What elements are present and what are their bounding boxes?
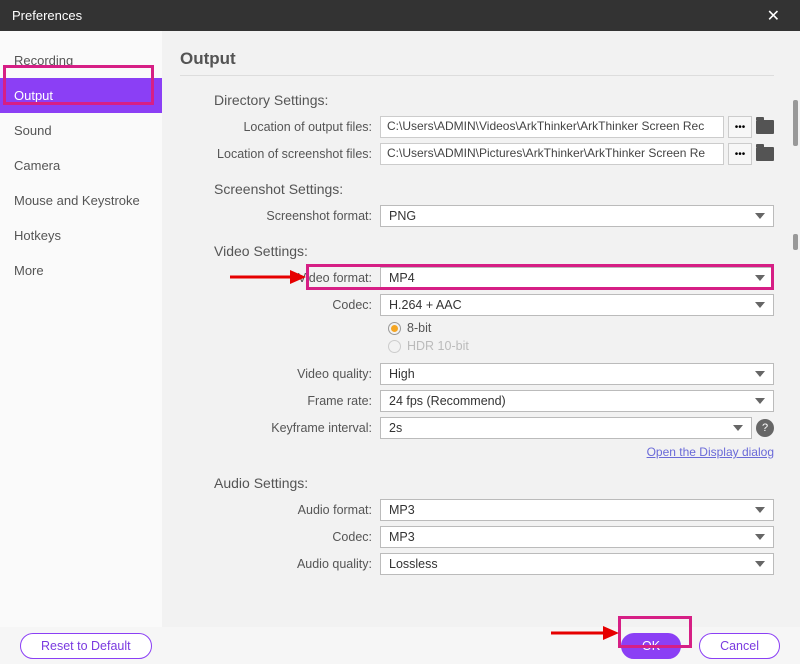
open-display-dialog-link[interactable]: Open the Display dialog [180,445,774,459]
output-path-field[interactable]: C:\Users\ADMIN\Videos\ArkThinker\ArkThin… [380,116,724,138]
radio-hdr10bit: HDR 10-bit [388,339,774,353]
frame-rate-select[interactable]: 24 fps (Recommend) [380,390,774,412]
content-pane: Output Directory Settings: Location of o… [162,31,800,627]
titlebar: Preferences ✕ [0,0,800,31]
section-video: Video Settings: [214,243,774,259]
ok-button[interactable]: OK [621,633,681,659]
sidebar-item-hotkeys[interactable]: Hotkeys [0,218,162,253]
sidebar-item-camera[interactable]: Camera [0,148,162,183]
scrollbar[interactable] [793,100,798,146]
help-icon[interactable]: ? [756,419,774,437]
folder-icon[interactable] [756,120,774,134]
sidebar-item-more[interactable]: More [0,253,162,288]
audio-quality-select[interactable]: Lossless [380,553,774,575]
video-codec-label: Codec: [180,298,380,312]
sidebar-item-output[interactable]: Output [0,78,162,113]
window-title: Preferences [12,8,82,23]
frame-rate-label: Frame rate: [180,394,380,408]
video-quality-select[interactable]: High [380,363,774,385]
output-path-label: Location of output files: [180,120,380,134]
radio-icon [388,340,401,353]
sidebar-item-recording[interactable]: Recording [0,43,162,78]
screenshot-format-select[interactable]: PNG [380,205,774,227]
screenshot-path-field[interactable]: C:\Users\ADMIN\Pictures\ArkThinker\ArkTh… [380,143,724,165]
sidebar-item-mouse-keystroke[interactable]: Mouse and Keystroke [0,183,162,218]
audio-codec-label: Codec: [180,530,380,544]
video-format-label: Video format: [180,271,380,285]
sidebar: Recording Output Sound Camera Mouse and … [0,31,162,627]
browse-screenshot-button[interactable]: ••• [728,143,752,165]
video-codec-select[interactable]: H.264 + AAC [380,294,774,316]
video-quality-label: Video quality: [180,367,380,381]
screenshot-path-label: Location of screenshot files: [180,147,380,161]
scrollbar[interactable] [793,234,798,250]
footer: Reset to Default OK Cancel [0,627,800,664]
sidebar-item-sound[interactable]: Sound [0,113,162,148]
keyframe-select[interactable]: 2s [380,417,752,439]
page-title: Output [180,49,774,69]
reset-default-button[interactable]: Reset to Default [20,633,152,659]
audio-format-label: Audio format: [180,503,380,517]
close-icon[interactable]: ✕ [759,2,788,30]
section-screenshot: Screenshot Settings: [214,181,774,197]
keyframe-label: Keyframe interval: [180,421,380,435]
audio-codec-select[interactable]: MP3 [380,526,774,548]
audio-format-select[interactable]: MP3 [380,499,774,521]
audio-quality-label: Audio quality: [180,557,380,571]
folder-icon[interactable] [756,147,774,161]
section-audio: Audio Settings: [214,475,774,491]
radio-8bit[interactable]: 8-bit [388,321,774,335]
browse-output-button[interactable]: ••• [728,116,752,138]
radio-icon [388,322,401,335]
section-directory: Directory Settings: [214,92,774,108]
screenshot-format-label: Screenshot format: [180,209,380,223]
video-format-select[interactable]: MP4 [380,267,774,289]
cancel-button[interactable]: Cancel [699,633,780,659]
